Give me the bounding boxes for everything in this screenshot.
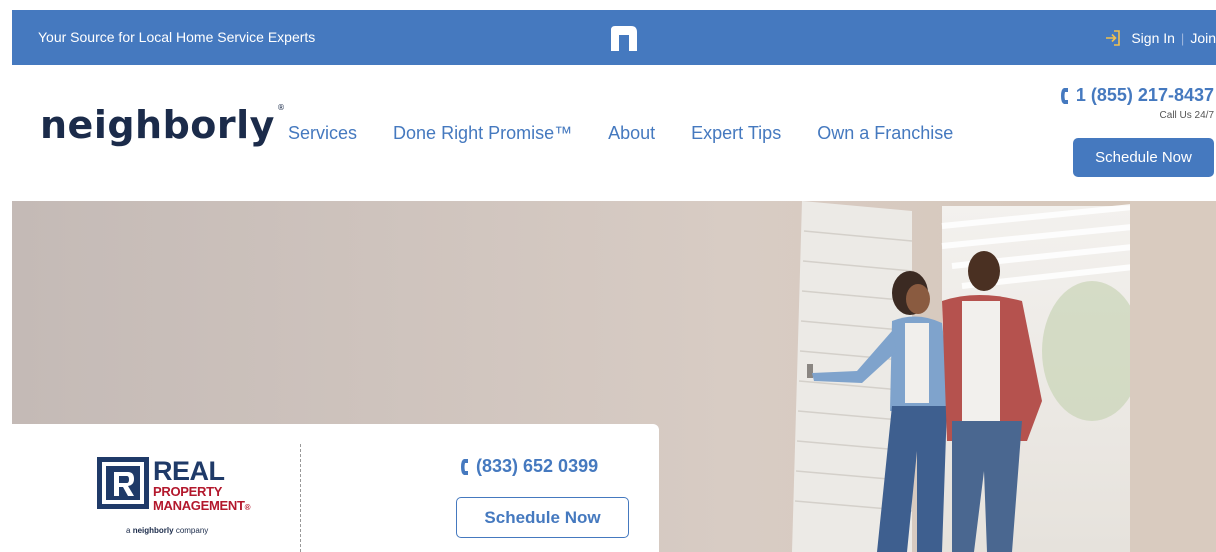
- site-tagline: Your Source for Local Home Service Exper…: [38, 29, 316, 45]
- top-utility-bar: Your Source for Local Home Service Exper…: [12, 10, 1216, 65]
- franchise-card: REAL PROPERTY MANAGEMENT® a neighborly c…: [12, 424, 659, 552]
- card-divider: [300, 444, 301, 552]
- header-phone-link[interactable]: 1 (855) 217-8437: [1060, 85, 1214, 106]
- neighborly-n-icon[interactable]: [609, 24, 639, 52]
- sign-in-link[interactable]: Sign In: [1131, 30, 1175, 46]
- header-contact: 1 (855) 217-8437 Call Us 24/7: [1060, 85, 1214, 121]
- neighborly-logo[interactable]: neighborly ®: [40, 103, 285, 147]
- nav-item-done-right-promise[interactable]: Done Right Promise™: [393, 123, 572, 144]
- phone-icon: [1060, 87, 1068, 104]
- nav-item-expert-tips[interactable]: Expert Tips: [691, 123, 781, 144]
- nav-item-about[interactable]: About: [608, 123, 655, 144]
- brand-tagline-suffix: company: [175, 526, 209, 535]
- call-247-note: Call Us 24/7: [1159, 110, 1214, 121]
- join-link[interactable]: Join: [1190, 30, 1216, 46]
- brand-real: REAL: [153, 456, 225, 486]
- franchise-schedule-now-button[interactable]: Schedule Now: [456, 497, 629, 538]
- link-separator: |: [1180, 30, 1185, 46]
- brand-tagline-prefix: a: [126, 526, 131, 535]
- account-links: Sign In | Join: [1103, 27, 1216, 49]
- brand-management: MANAGEMENT: [153, 497, 245, 513]
- header-phone-number: 1 (855) 217-8437: [1075, 85, 1214, 105]
- brand-property-management: PROPERTY MANAGEMENT®: [153, 484, 251, 513]
- real-property-management-logo[interactable]: REAL PROPERTY MANAGEMENT® a neighborly c…: [96, 454, 276, 538]
- logo-text: neighborly: [40, 103, 275, 147]
- brand-tagline-neighborly: neighborly: [132, 526, 174, 535]
- main-nav: Services Done Right Promise™ About Exper…: [288, 123, 953, 144]
- main-header: neighborly ® Services Done Right Promise™…: [12, 65, 1216, 201]
- phone-icon: [461, 458, 468, 475]
- rpm-r-emblem-icon: [97, 457, 149, 509]
- brand-property: PROPERTY: [153, 484, 223, 499]
- nav-item-own-a-franchise[interactable]: Own a Franchise: [817, 123, 953, 144]
- franchise-phone-link[interactable]: (833) 652 0399: [460, 456, 598, 477]
- franchise-phone-number: (833) 652 0399: [476, 456, 599, 476]
- nav-item-services[interactable]: Services: [288, 123, 357, 144]
- brand-tagline: a neighborly company: [126, 526, 208, 535]
- sign-in-arrow-icon[interactable]: [1103, 28, 1123, 48]
- header-schedule-now-button[interactable]: Schedule Now: [1073, 138, 1214, 177]
